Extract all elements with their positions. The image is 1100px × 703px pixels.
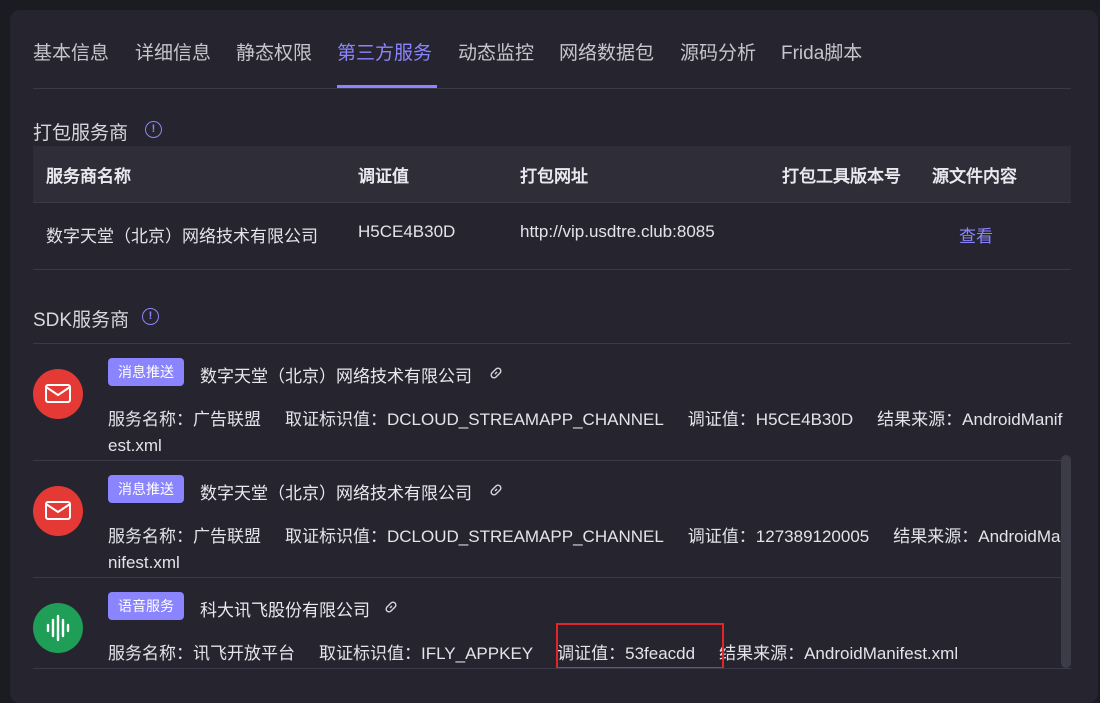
tab-third-party-services[interactable]: 第三方服务	[337, 38, 432, 65]
active-tab-indicator	[337, 85, 437, 88]
identifier: 取证标识值：IFLY_APPKEY	[319, 644, 534, 663]
service-name: 服务名称：广告联盟	[108, 410, 261, 429]
main-panel: 基本信息 详细信息 静态权限 第三方服务 动态监控 网络数据包 源码分析 Fri…	[10, 10, 1098, 703]
info-icon[interactable]: !	[145, 121, 162, 138]
sdk-list-item: 消息推送 数字天堂（北京）网络技术有限公司 服务名称：广告联盟 取证标识值：DCL…	[33, 344, 1063, 460]
sdk-list-item: 消息推送 数字天堂（北京）网络技术有限公司 服务名称：广告联盟 取证标识值：DCL…	[33, 461, 1063, 577]
evidence-value: 调证值：127389120005	[687, 527, 870, 546]
sdk-list-item: 语音服务 科大讯飞股份有限公司 服务名称：讯飞开放平台 取证标识值：IFLY_AP…	[33, 578, 1063, 668]
sdk-company-name: 科大讯飞股份有限公司	[200, 601, 370, 620]
col-header-value: 调证值	[358, 167, 409, 186]
link-icon[interactable]	[384, 600, 398, 614]
tab-network-packets[interactable]: 网络数据包	[559, 38, 654, 65]
message-push-icon	[33, 486, 83, 536]
sdk-company-name: 数字天堂（北京）网络技术有限公司	[200, 484, 472, 503]
sdk-detail: 服务名称：广告联盟 取证标识值：DCLOUD_STREAMAPP_CHANNEL 调…	[108, 407, 1063, 459]
identifier: 取证标识值：DCLOUD_STREAMAPP_CHANNEL	[285, 410, 664, 429]
tab-static-permissions[interactable]: 静态权限	[236, 38, 312, 65]
packaging-provider-name: 数字天堂（北京）网络技术有限公司	[46, 227, 318, 246]
identifier: 取证标识值：DCLOUD_STREAMAPP_CHANNEL	[285, 527, 664, 546]
category-badge: 语音服务	[108, 592, 184, 620]
link-icon[interactable]	[489, 483, 503, 497]
packaging-section-title: 打包服务商	[33, 123, 129, 144]
sdk-divider	[33, 668, 1071, 669]
col-header-source-content: 源文件内容	[932, 167, 1017, 186]
result-source: 结果来源：AndroidManifest.xml	[719, 644, 959, 663]
sdk-company-name: 数字天堂（北京）网络技术有限公司	[200, 367, 472, 386]
col-header-url: 打包网址	[520, 167, 588, 186]
evidence-value: 调证值：H5CE4B30D	[687, 410, 854, 429]
info-icon[interactable]: !	[142, 308, 159, 325]
category-badge: 消息推送	[108, 475, 184, 503]
view-source-link[interactable]: 查看	[959, 222, 993, 247]
tab-dynamic-monitor[interactable]: 动态监控	[458, 38, 534, 65]
packaging-url: http://vip.usdtre.club:8085	[520, 222, 715, 241]
tab-bar: 基本信息 详细信息 静态权限 第三方服务 动态监控 网络数据包 源码分析 Fri…	[33, 10, 1071, 89]
service-name: 服务名称：广告联盟	[108, 527, 261, 546]
packaging-value: H5CE4B30D	[358, 222, 456, 241]
scrollbar[interactable]	[1061, 455, 1071, 668]
tab-detail-info[interactable]: 详细信息	[135, 38, 211, 65]
col-header-provider-name: 服务商名称	[46, 167, 131, 186]
tab-source-analysis[interactable]: 源码分析	[680, 38, 756, 65]
sdk-detail: 服务名称：广告联盟 取证标识值：DCLOUD_STREAMAPP_CHANNEL 调…	[108, 524, 1063, 576]
sdk-section-title: SDK服务商	[33, 310, 130, 331]
highlight-box	[556, 623, 724, 669]
service-name: 服务名称：讯飞开放平台	[108, 644, 295, 663]
table-divider	[33, 269, 1071, 270]
link-icon[interactable]	[489, 366, 503, 380]
message-push-icon	[33, 369, 83, 419]
col-header-tool-version: 打包工具版本号	[782, 167, 901, 186]
tab-basic-info[interactable]: 基本信息	[33, 38, 109, 65]
category-badge: 消息推送	[108, 358, 184, 386]
tab-frida-script[interactable]: Frida脚本	[781, 38, 862, 65]
voice-wave-icon	[33, 603, 83, 653]
